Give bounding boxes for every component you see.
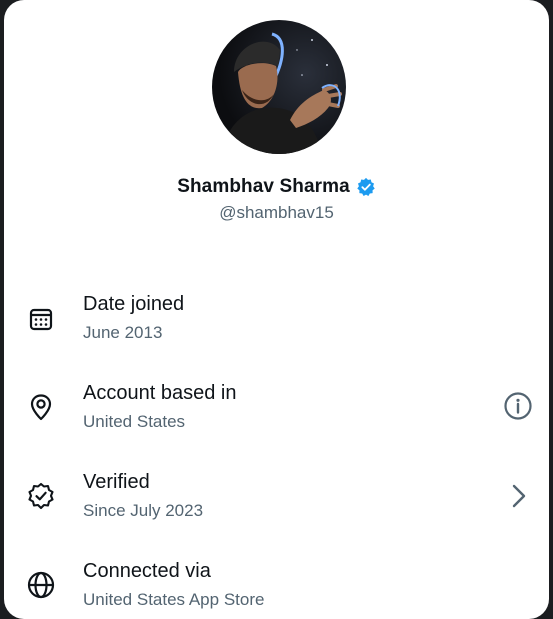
verified-badge-icon[interactable] (356, 177, 376, 197)
detail-row-connected-via: Connected via United States App Store (4, 556, 549, 619)
location-pin-icon (26, 392, 56, 422)
detail-title: Date joined (83, 293, 185, 315)
detail-row-verified[interactable]: Verified Since July 2023 (4, 466, 549, 536)
detail-title: Connected via (83, 560, 211, 582)
detail-row-date-joined: Date joined June 2013 (4, 288, 549, 358)
avatar[interactable] (212, 20, 346, 154)
detail-title: Account based in (83, 382, 237, 404)
detail-value: Since July 2023 (83, 501, 204, 520)
name-row: Shambhav Sharma (4, 176, 549, 198)
globe-icon (26, 570, 56, 600)
detail-row-account-based-in: Account based in United States (4, 377, 549, 447)
display-name: Shambhav Sharma (177, 176, 350, 197)
verified-seal-icon (26, 481, 56, 511)
user-handle: @shambhav15 (219, 203, 334, 222)
detail-value: United States (83, 412, 186, 431)
detail-value: United States App Store (83, 590, 265, 609)
detail-value: June 2013 (83, 323, 163, 342)
chevron-right-icon[interactable] (503, 481, 533, 511)
avatar-image (222, 32, 342, 154)
profile-about-card: Shambhav Sharma @shambhav15 Date joined … (4, 0, 549, 619)
info-icon[interactable] (503, 391, 533, 421)
detail-title: Verified (83, 471, 150, 493)
calendar-icon (26, 304, 56, 334)
